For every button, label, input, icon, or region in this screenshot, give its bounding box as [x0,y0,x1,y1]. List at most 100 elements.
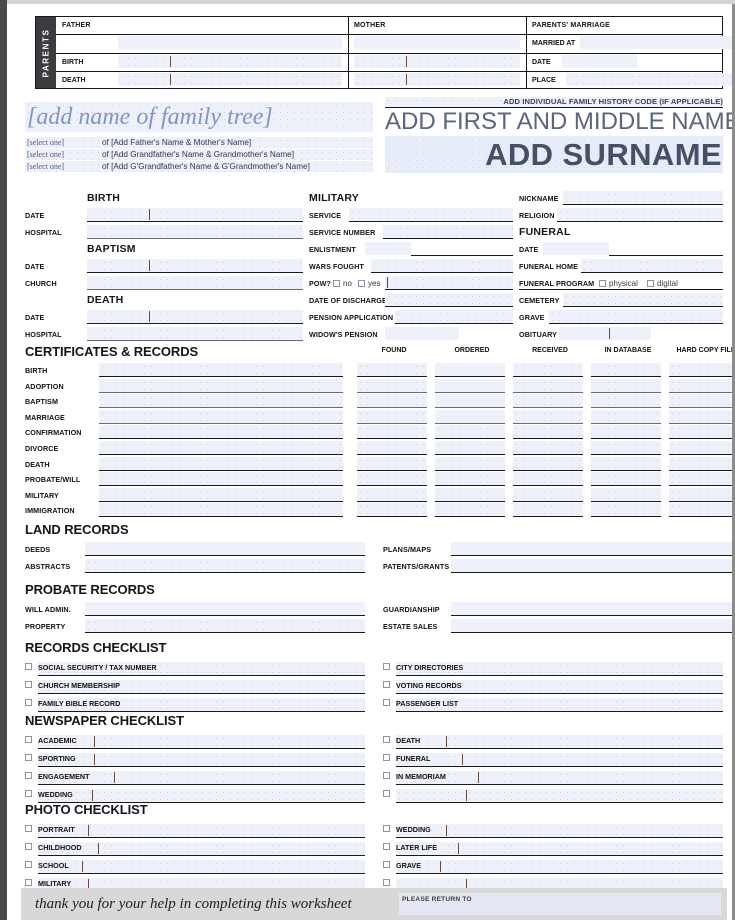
cert-row-note-input[interactable] [99,363,343,377]
checkbox[interactable] [383,843,390,850]
military-service-input[interactable] [349,208,513,222]
pow-yes-checkbox[interactable] [358,280,365,287]
cert-cell-ordered[interactable] [435,394,505,409]
checklist-input[interactable] [396,824,723,838]
baptism-church-input[interactable] [87,276,303,290]
mother-death-input[interactable] [354,73,520,86]
checkbox[interactable] [25,843,32,850]
plans-maps-input[interactable] [451,542,735,556]
lineage-row[interactable]: [select one] of [Add G'Grandfather's Nam… [25,161,373,172]
cert-cell-in-database[interactable] [591,456,661,471]
estate-sales-input[interactable] [451,619,735,633]
cert-cell-hard-copy-file[interactable] [669,440,735,455]
cert-cell-hard-copy-file[interactable] [669,503,735,518]
cert-cell-ordered[interactable] [435,425,505,440]
checklist-input[interactable] [38,860,365,874]
married-at-input[interactable] [580,36,735,49]
cemetery-input[interactable] [563,293,723,307]
cert-cell-hard-copy-file[interactable] [669,409,735,424]
checkbox[interactable] [383,663,390,670]
death-hospital-input[interactable] [87,327,303,341]
lineage-select-1[interactable]: [select one] [27,137,64,148]
death-date-input[interactable] [87,310,303,324]
father-birth-input[interactable] [118,55,342,68]
military-wars-input[interactable] [371,259,513,273]
cert-cell-found[interactable] [357,456,427,471]
obituary-input[interactable] [559,327,651,340]
cert-cell-found[interactable] [357,378,427,393]
checkbox[interactable] [25,879,32,886]
cert-cell-received[interactable] [513,425,583,440]
birth-date-input[interactable] [87,208,303,222]
military-enlistment-rule[interactable] [411,242,513,256]
cert-cell-in-database[interactable] [591,440,661,455]
cert-cell-found[interactable] [357,503,427,518]
cert-cell-received[interactable] [513,487,583,502]
father-death-input[interactable] [118,73,342,86]
checklist-input[interactable] [38,753,365,767]
checkbox[interactable] [383,790,390,797]
guardianship-input[interactable] [451,602,735,616]
pension-application-input[interactable] [395,310,513,324]
checklist-input[interactable] [38,735,365,749]
lineage-row[interactable]: [select one] of [Add Grandfather's Name … [25,149,373,160]
family-history-code-field[interactable]: ADD INDIVIDUAL FAMILY HISTORY CODE (IF A… [385,97,723,108]
discharge-input[interactable] [385,293,513,307]
mother-birth-input[interactable] [354,55,520,68]
cert-cell-hard-copy-file[interactable] [669,378,735,393]
checkbox[interactable] [383,736,390,743]
cert-cell-in-database[interactable] [591,394,661,409]
cert-cell-in-database[interactable] [591,425,661,440]
cert-cell-ordered[interactable] [435,363,505,377]
checkbox[interactable] [25,825,32,832]
cert-cell-ordered[interactable] [435,487,505,502]
checklist-input[interactable] [396,753,723,767]
nickname-input[interactable] [563,191,723,205]
cert-row-note-input[interactable] [99,440,343,455]
pow-detail-input[interactable] [385,276,513,290]
checkbox[interactable] [383,825,390,832]
checklist-input[interactable] [396,860,723,874]
birth-hospital-input[interactable] [87,225,303,239]
cert-cell-ordered[interactable] [435,440,505,455]
checkbox[interactable] [383,754,390,761]
cert-cell-in-database[interactable] [591,363,661,377]
please-return-to-field[interactable]: PLEASE RETURN TO [399,893,721,915]
checkbox[interactable] [25,736,32,743]
cert-row-note-input[interactable] [99,409,343,424]
cert-cell-found[interactable] [357,425,427,440]
checkbox[interactable] [25,699,32,706]
will-admin-input[interactable] [85,602,365,616]
checkbox[interactable] [25,754,32,761]
widows-pension-input[interactable] [385,327,459,340]
funeral-date-input[interactable] [543,242,609,255]
cert-cell-received[interactable] [513,472,583,487]
military-service-number-input[interactable] [383,225,513,239]
checkbox[interactable] [383,681,390,688]
deeds-input[interactable] [85,542,365,556]
cert-cell-hard-copy-file[interactable] [669,363,735,377]
cert-row-note-input[interactable] [99,394,343,409]
cert-row-note-input[interactable] [99,503,343,518]
cert-cell-received[interactable] [513,503,583,518]
cert-cell-found[interactable] [357,394,427,409]
lineage-row[interactable]: [select one] of [Add Father's Name & Mot… [25,137,373,148]
marriage-place-input[interactable] [566,73,735,86]
checkbox[interactable] [383,879,390,886]
pow-no-checkbox[interactable] [333,280,340,287]
grave-input[interactable] [549,310,723,324]
cert-cell-received[interactable] [513,394,583,409]
cert-row-note-input[interactable] [99,378,343,393]
marriage-date-input[interactable] [562,55,637,68]
checklist-input[interactable] [396,735,723,749]
cert-cell-found[interactable] [357,363,427,377]
patents-grants-input[interactable] [451,559,735,573]
cert-cell-ordered[interactable] [435,409,505,424]
cert-cell-found[interactable] [357,409,427,424]
father-name-input[interactable] [118,36,342,49]
cert-cell-hard-copy-file[interactable] [669,456,735,471]
cert-row-note-input[interactable] [99,487,343,502]
cert-cell-received[interactable] [513,409,583,424]
checklist-input[interactable] [38,824,365,838]
checkbox[interactable] [25,772,32,779]
